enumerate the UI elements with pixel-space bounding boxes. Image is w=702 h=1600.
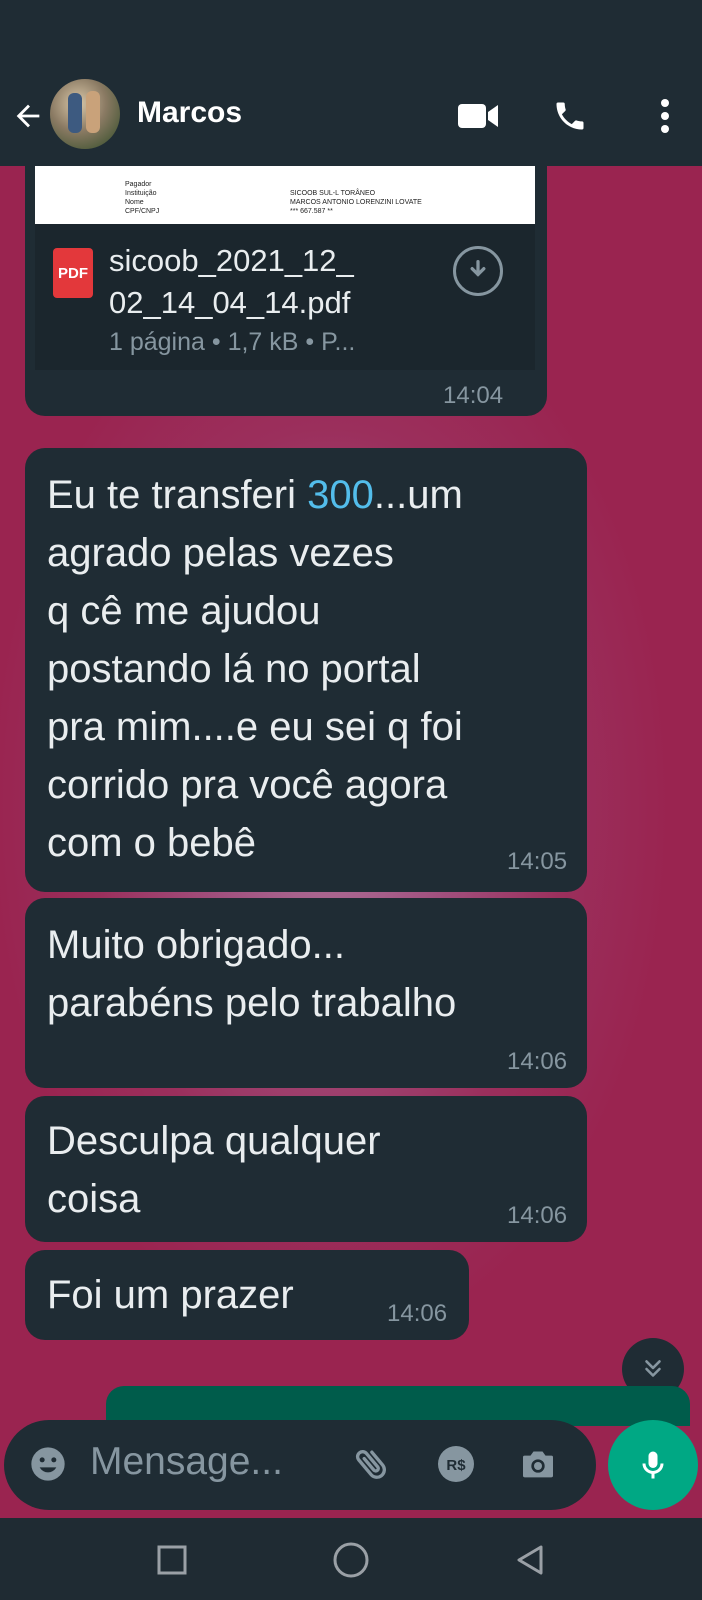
- voice-call-button[interactable]: [546, 92, 594, 140]
- status-bar: [0, 0, 702, 70]
- message-time: 14:05: [507, 848, 568, 875]
- message-input[interactable]: Mensage...: [90, 1440, 283, 1484]
- phone-icon: [556, 102, 584, 130]
- camera-button[interactable]: [514, 1440, 562, 1488]
- document-file-name: sicoob_2021_12_ 02_14_04_14.pdf: [109, 240, 429, 324]
- document-message[interactable]: Pagador Instituição SICOOB SUL-L TORÂNEO…: [25, 166, 547, 416]
- preview-label: Nome: [125, 199, 144, 206]
- download-button[interactable]: [453, 246, 503, 296]
- message-time: 14:06: [387, 1300, 448, 1327]
- message-composer[interactable]: Mensage... R$: [4, 1420, 596, 1510]
- contact-name[interactable]: Marcos: [137, 96, 242, 130]
- preview-label: Instituição: [125, 190, 157, 197]
- file-name-line: sicoob_2021_12_: [109, 243, 354, 278]
- recents-button[interactable]: [148, 1536, 196, 1584]
- triangle-back-icon: [517, 1545, 543, 1575]
- video-call-button[interactable]: [454, 92, 502, 140]
- message-line: Desculpa qualquer: [47, 1119, 381, 1163]
- message-line: corrido pra você agora: [47, 763, 448, 807]
- message-line: postando lá no portal: [47, 647, 421, 691]
- preview-label: CPF/CNPJ: [125, 208, 159, 215]
- highlighted-number-link[interactable]: 300: [307, 473, 374, 517]
- document-card[interactable]: PDF sicoob_2021_12_ 02_14_04_14.pdf 1 pá…: [35, 224, 535, 370]
- message-bubble[interactable]: Eu te transferi 300...um agrado pelas ve…: [25, 448, 587, 892]
- circle-icon: [333, 1542, 369, 1578]
- camera-icon: [523, 1451, 553, 1478]
- preview-value: *** 667.587 **: [290, 208, 333, 215]
- document-preview[interactable]: Pagador Instituição SICOOB SUL-L TORÂNEO…: [35, 166, 535, 224]
- mic-icon: [642, 1451, 664, 1479]
- svg-text:R$: R$: [446, 1457, 466, 1474]
- more-options-button[interactable]: [641, 92, 689, 140]
- more-vert-icon: [661, 99, 669, 133]
- document-meta: 1 página • 1,7 kB • P...: [109, 328, 356, 356]
- message-time: 14:06: [507, 1202, 568, 1229]
- message-line: pra mim....e eu sei q foi: [47, 705, 463, 749]
- avatar[interactable]: [50, 79, 120, 149]
- message-text: Muito obrigado... parabéns pelo trabalho: [47, 916, 456, 1032]
- pdf-file-icon: PDF: [53, 248, 93, 298]
- message-text: Foi um prazer: [47, 1266, 294, 1324]
- double-chevron-down-icon: [645, 1360, 661, 1377]
- message-time: 14:04: [443, 382, 504, 409]
- message-line: Foi um prazer: [47, 1273, 294, 1317]
- message-line: com o bebê: [47, 821, 257, 865]
- preview-value: SICOOB SUL-L TORÂNEO: [290, 188, 376, 197]
- home-button[interactable]: [327, 1536, 375, 1584]
- square-icon: [157, 1545, 187, 1575]
- preview-value: MARCOS ANTONIO LORENZINI LOVATE: [290, 199, 422, 206]
- system-navigation-bar: [0, 1518, 702, 1600]
- payment-icon: R$: [438, 1446, 474, 1482]
- chat-header: Marcos: [0, 70, 702, 166]
- preview-label: Pagador: [125, 181, 152, 188]
- file-name-line: 02_14_04_14.pdf: [109, 285, 351, 320]
- message-text: Desculpa qualquer coisa: [47, 1112, 381, 1228]
- message-text: Eu te transferi 300...um agrado pelas ve…: [47, 466, 463, 872]
- message-line: Eu te transferi 300...um: [47, 473, 463, 517]
- message-line: q cê me ajudou: [47, 589, 321, 633]
- video-camera-icon: [458, 104, 498, 128]
- message-line: Muito obrigado...: [47, 923, 345, 967]
- message-time: 14:06: [507, 1048, 568, 1075]
- message-bubble[interactable]: Desculpa qualquer coisa 14:06: [25, 1096, 587, 1242]
- message-bubble[interactable]: Muito obrigado... parabéns pelo trabalho…: [25, 898, 587, 1088]
- message-line: coisa: [47, 1177, 141, 1221]
- emoji-icon: [31, 1447, 65, 1481]
- message-bubble[interactable]: Foi um prazer 14:06: [25, 1250, 469, 1340]
- arrow-left-icon: [16, 104, 40, 128]
- back-button[interactable]: [8, 94, 48, 138]
- voice-message-button[interactable]: [608, 1420, 698, 1510]
- chat-area[interactable]: Pagador Instituição SICOOB SUL-L TORÂNEO…: [0, 166, 702, 1518]
- attach-button[interactable]: [348, 1440, 396, 1488]
- download-icon: [470, 260, 486, 277]
- message-line: parabéns pelo trabalho: [47, 981, 457, 1025]
- emoji-button[interactable]: [24, 1440, 72, 1488]
- pdf-icon-label: PDF: [58, 264, 88, 282]
- message-line: agrado pelas vezes: [47, 531, 394, 575]
- document-preview-image: Pagador Instituição SICOOB SUL-L TORÂNEO…: [125, 181, 422, 215]
- paperclip-icon: [355, 1450, 386, 1479]
- payment-button[interactable]: R$: [432, 1440, 480, 1488]
- back-nav-button[interactable]: [506, 1536, 554, 1584]
